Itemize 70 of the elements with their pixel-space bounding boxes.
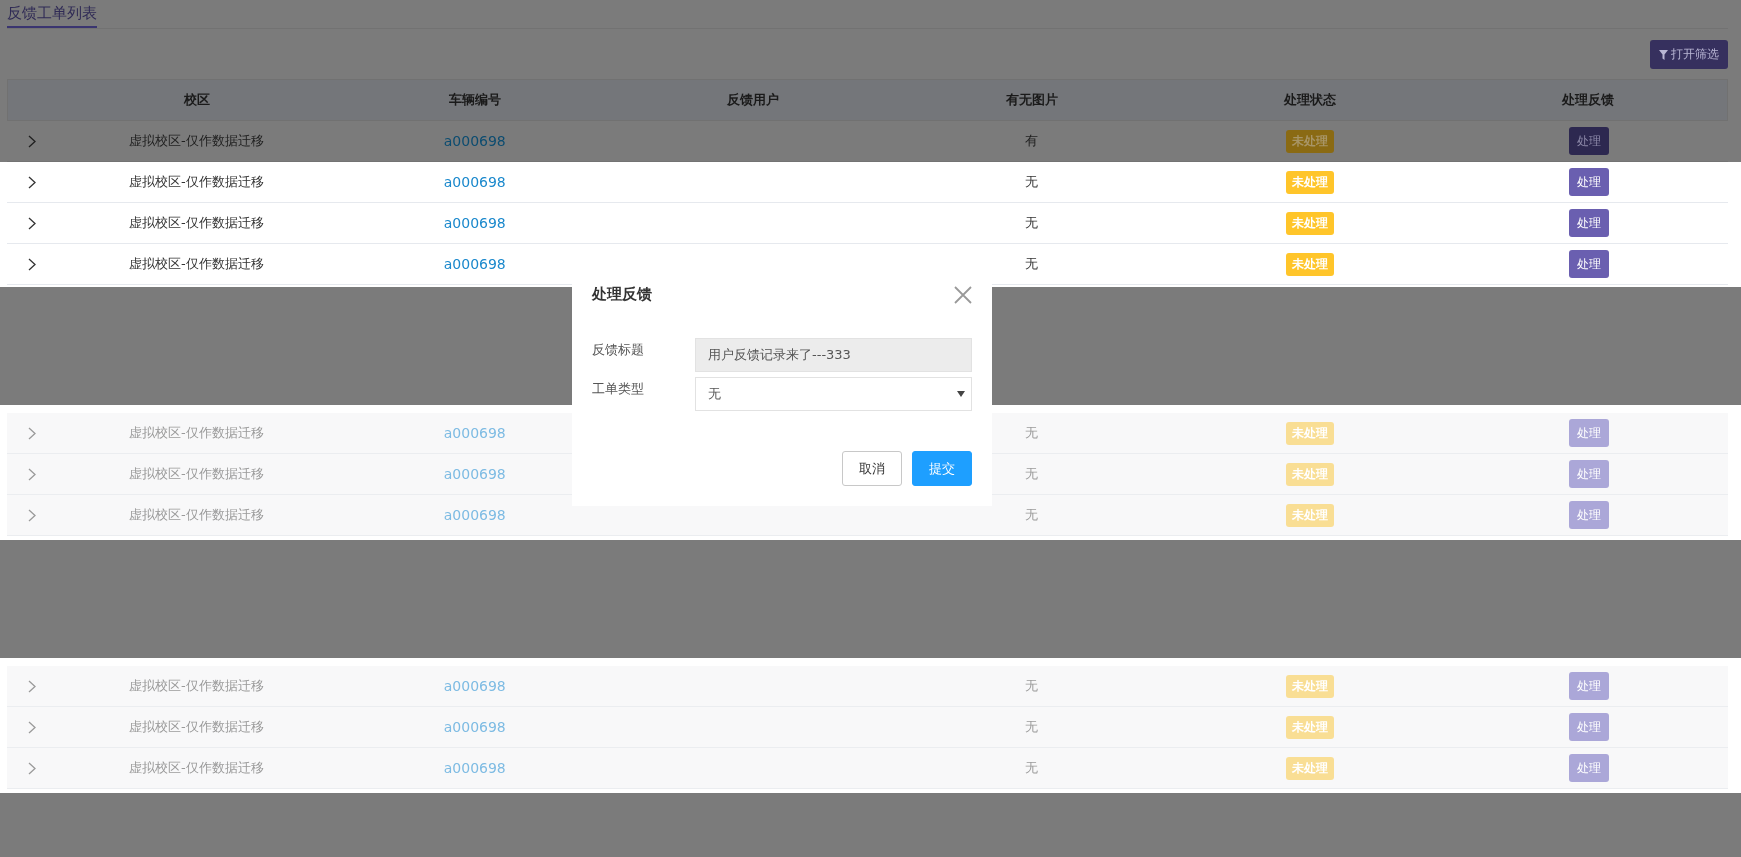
- vehicle-link[interactable]: a000698: [443, 760, 506, 776]
- status-badge: 未处理: [1286, 252, 1335, 276]
- vehicle-link[interactable]: a000698: [443, 678, 506, 694]
- status-badge: 未处理: [1286, 462, 1335, 486]
- table-cell: 虚拟校区-仅作数据迁移: [128, 424, 264, 442]
- process-button[interactable]: 处理: [1568, 209, 1609, 237]
- chevron-icon[interactable]: [28, 257, 36, 271]
- table-cell: 虚拟校区-仅作数据迁移: [128, 506, 264, 524]
- column-header: 反馈用户: [726, 91, 781, 109]
- table-cell: 无: [1025, 214, 1039, 232]
- table-cell: 虚拟校区-仅作数据迁移: [128, 255, 264, 273]
- field-label: 工单类型: [592, 380, 645, 398]
- table-cell: 虚拟校区-仅作数据迁移: [128, 132, 264, 150]
- column-header: 处理状态: [1282, 91, 1337, 109]
- table-cell: 无: [1025, 718, 1039, 736]
- process-button[interactable]: 处理: [1568, 127, 1609, 155]
- process-button[interactable]: 处理: [1568, 501, 1609, 529]
- select-field[interactable]: 无: [695, 377, 972, 411]
- caret-icon: [957, 391, 965, 397]
- status-badge: 未处理: [1286, 421, 1335, 445]
- table-cell: 有: [1025, 132, 1039, 150]
- filter-icon: [1659, 49, 1668, 60]
- status-badge: 未处理: [1286, 715, 1335, 739]
- column-header: 有无图片: [1004, 91, 1059, 109]
- process-button[interactable]: 处理: [1568, 168, 1609, 196]
- vehicle-link[interactable]: a000698: [443, 256, 506, 272]
- table-cell: 虚拟校区-仅作数据迁移: [128, 173, 264, 191]
- vehicle-link[interactable]: a000698: [443, 507, 506, 523]
- table-cell: 虚拟校区-仅作数据迁移: [128, 718, 264, 736]
- vehicle-link[interactable]: a000698: [443, 174, 506, 190]
- table-cell: 虚拟校区-仅作数据迁移: [128, 759, 264, 777]
- field-label: 反馈标题: [592, 341, 645, 359]
- status-badge: 未处理: [1286, 129, 1335, 153]
- vehicle-link[interactable]: a000698: [443, 215, 506, 231]
- close-icon[interactable]: [954, 285, 972, 304]
- column-header: 处理反馈: [1560, 91, 1615, 109]
- column-header: 车辆编号: [448, 91, 503, 109]
- table-cell: 虚拟校区-仅作数据迁移: [128, 214, 264, 232]
- vehicle-link[interactable]: a000698: [443, 425, 506, 441]
- status-badge: 未处理: [1286, 674, 1335, 698]
- column-header: 校区: [183, 91, 212, 109]
- cancel-button[interactable]: 取消: [842, 451, 902, 486]
- table-cell: 无: [1025, 677, 1039, 695]
- process-button[interactable]: 处理: [1568, 713, 1609, 741]
- status-badge: 未处理: [1286, 756, 1335, 780]
- table-cell: 无: [1025, 465, 1039, 483]
- table-cell: 无: [1025, 255, 1039, 273]
- process-button[interactable]: 处理: [1568, 754, 1609, 782]
- vehicle-link[interactable]: a000698: [443, 133, 506, 149]
- filter-button[interactable]: 打开筛选: [1650, 40, 1728, 69]
- table-cell: 无: [1025, 173, 1039, 191]
- page-tab[interactable]: 反馈工单列表: [7, 4, 97, 28]
- chevron-icon[interactable]: [28, 216, 36, 230]
- vehicle-link[interactable]: a000698: [443, 719, 506, 735]
- chevron-icon[interactable]: [28, 175, 36, 189]
- table-cell: 无: [1025, 424, 1039, 442]
- submit-button[interactable]: 提交: [912, 451, 972, 486]
- table-cell: 虚拟校区-仅作数据迁移: [128, 465, 264, 483]
- process-button[interactable]: 处理: [1568, 460, 1609, 488]
- table-cell: 无: [1025, 506, 1039, 524]
- dialog-title: 处理反馈: [592, 285, 652, 304]
- table-cell: 虚拟校区-仅作数据迁移: [128, 677, 264, 695]
- process-button[interactable]: 处理: [1568, 250, 1609, 278]
- process-button[interactable]: 处理: [1568, 672, 1609, 700]
- status-badge: 未处理: [1286, 211, 1335, 235]
- vehicle-link[interactable]: a000698: [443, 466, 506, 482]
- status-badge: 未处理: [1286, 170, 1335, 194]
- process-button[interactable]: 处理: [1568, 419, 1609, 447]
- table-cell: 无: [1025, 759, 1039, 777]
- status-badge: 未处理: [1286, 503, 1335, 527]
